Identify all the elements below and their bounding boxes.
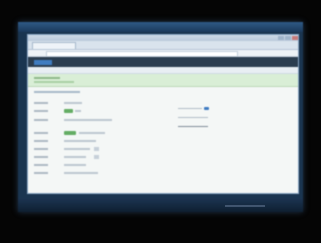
video-frame [0,0,321,243]
url-field[interactable] [46,51,238,57]
form-row [34,171,134,175]
side-link-row [178,125,238,128]
banner-message [34,81,74,83]
field-value [64,156,86,158]
desktop-background [18,22,303,32]
side-label [178,107,202,109]
browser-tab-bar [28,41,298,50]
field-label [34,148,48,150]
field-label [34,164,48,166]
field-value [75,110,81,112]
address-bar [28,50,298,57]
main-content [28,87,298,197]
status-badge [64,109,73,113]
status-badge [64,131,76,135]
app-logo[interactable] [34,59,52,65]
form-row [34,131,134,135]
field-label [34,140,48,142]
field-value [64,148,90,150]
side-text-row [178,116,238,119]
toggle-button[interactable] [204,107,209,110]
app-nav-tabs [28,67,298,74]
field-value [64,140,96,142]
field-value [64,172,98,174]
side-link[interactable] [178,125,208,127]
field-checkbox[interactable] [94,155,99,159]
field-label [34,172,48,174]
field-value [79,132,105,134]
field-value [64,102,82,104]
field-value [64,119,112,121]
window-titlebar[interactable] [28,35,298,41]
field-checkbox[interactable] [94,147,99,151]
breadcrumb[interactable] [34,91,80,93]
form-row [34,163,134,167]
form-row [34,147,134,151]
field-value [64,164,86,166]
maximize-icon[interactable] [285,36,291,40]
browser-tab[interactable] [32,41,76,49]
banner-heading [34,77,60,79]
form-row [34,109,134,113]
field-label [34,132,48,134]
field-label [34,102,48,104]
success-banner [28,74,298,87]
form-row [34,155,134,159]
field-label [34,119,48,121]
browser-window [27,34,299,194]
form-row [34,139,134,143]
field-label [34,110,48,112]
monitor-screen [18,22,303,212]
screen-reflection [225,205,265,207]
field-label [34,156,48,158]
close-icon[interactable] [292,36,298,40]
form-row [34,118,134,122]
app-header [28,57,298,67]
side-toggle-row [178,107,238,110]
minimize-icon[interactable] [278,36,284,40]
side-label [178,116,208,118]
form-row [34,101,134,105]
